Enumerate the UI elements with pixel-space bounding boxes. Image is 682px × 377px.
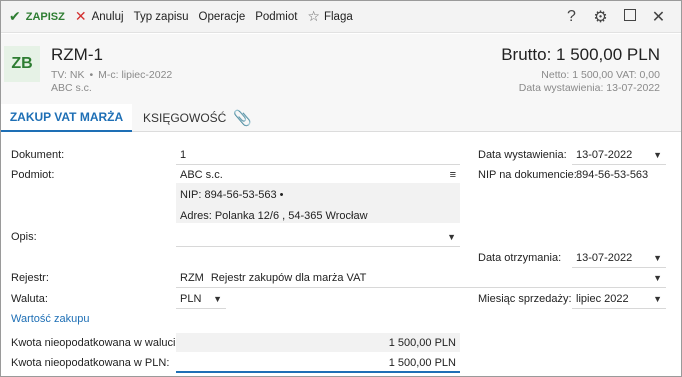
paperclip-icon[interactable]: 📎	[233, 104, 252, 132]
miesiac-sprzedazy-label: Miesiąc sprzedaży:	[478, 293, 572, 305]
opis-label: Opis:	[11, 231, 37, 243]
window-controls: ? ⚙ ✕	[557, 1, 673, 33]
podmiot-value: ABC s.c.	[180, 169, 223, 181]
tab-bar: ZAKUP VAT MARŻA KSIĘGOWOŚĆ 📎	[1, 104, 681, 132]
nip-dokument-label: NIP na dokumencie:	[478, 169, 577, 181]
help-icon[interactable]: ?	[557, 8, 586, 26]
rejestr-value: Rejestr zakupów dla marża VAT	[210, 272, 367, 284]
close-window-icon[interactable]: ✕	[644, 7, 673, 27]
star-icon: ☆	[307, 8, 320, 24]
cancel-button[interactable]: ✕ Anuluj	[70, 1, 129, 33]
document-title: RZM-1	[51, 45, 103, 64]
kwota-waluta-value-field: 1 500,00 PLN	[176, 333, 460, 352]
podmiot-label: Podmiot:	[11, 169, 55, 181]
data-wystawienia-label: Data wystawienia:	[478, 149, 567, 161]
gear-icon[interactable]: ⚙	[586, 7, 615, 27]
operations-menu[interactable]: Operacje	[194, 1, 251, 33]
waluta-select[interactable]: PLN ▼	[176, 290, 226, 309]
wartosc-zakupu-link[interactable]: Wartość zakupu	[11, 313, 89, 325]
data-otrzymania-label: Data otrzymania:	[478, 252, 562, 264]
chevron-down-icon: ▼	[213, 294, 222, 304]
tab-ksiegowosc[interactable]: KSIĘGOWOŚĆ	[143, 104, 226, 132]
flag-label: Flaga	[323, 10, 353, 23]
save-button[interactable]: ✔ ZAPISZ	[1, 1, 70, 33]
chevron-down-icon: ▼	[653, 253, 662, 263]
data-wystawienia-value: 13-07-2022	[576, 149, 633, 161]
document-meta: TV: NK • M-c: lipiec-2022	[51, 69, 173, 81]
chevron-down-icon: ▼	[447, 232, 456, 242]
document-header: ZB RZM-1 TV: NK • M-c: lipiec-2022 ABC s.c…	[1, 34, 681, 104]
document-company: ABC s.c.	[51, 82, 92, 94]
chevron-down-icon: ▼	[653, 273, 662, 283]
dokument-label: Dokument:	[11, 149, 65, 161]
kwota-pln-value: 1 500,00 PLN	[388, 356, 456, 369]
miesiac-sprzedazy-value: lipiec 2022	[576, 293, 629, 305]
cancel-label: Anuluj	[91, 10, 124, 23]
data-wystawienia-picker[interactable]: 13-07-2022 ▼	[572, 146, 666, 165]
chevron-down-icon: ▼	[653, 150, 662, 160]
save-label: ZAPISZ	[25, 10, 65, 23]
check-icon: ✔	[9, 8, 21, 24]
rejestr-code: RZM	[180, 272, 204, 284]
brutto-amount: Brutto: 1 500,00 PLN	[501, 45, 660, 64]
kwota-waluta-label: Kwota nieopodatkowana w walucie:	[11, 337, 185, 349]
subject-menu[interactable]: Podmiot	[250, 1, 302, 33]
miesiac-sprzedazy-select[interactable]: lipiec 2022 ▼	[572, 290, 666, 309]
tv-label: TV: NK	[51, 69, 85, 81]
maximize-icon[interactable]	[615, 8, 644, 26]
rejestr-select[interactable]: RZM Rejestr zakupów dla marża VAT ▼	[176, 269, 666, 288]
tab-zakup-vat-marza[interactable]: ZAKUP VAT MARŻA	[1, 104, 132, 132]
record-type-menu[interactable]: Typ zapisu	[129, 1, 194, 33]
rejestr-label: Rejestr:	[11, 272, 49, 284]
close-icon: ✕	[74, 8, 87, 24]
window: ✔ ZAPISZ ✕ Anuluj Typ zapisu Operacje Po…	[0, 0, 682, 377]
toolbar: ✔ ZAPISZ ✕ Anuluj Typ zapisu Operacje Po…	[1, 1, 681, 33]
waluta-label: Waluta:	[11, 293, 48, 305]
kwota-waluta-value: 1 500,00 PLN	[388, 336, 456, 349]
dokument-value: 1	[180, 149, 187, 161]
waluta-value: PLN	[180, 293, 202, 305]
netto-amount: Netto: 1 500,00 VAT: 0,00	[541, 69, 660, 81]
address-line: Adres: Polanka 12/6 , 54-365 Wrocław	[180, 210, 368, 222]
document-type-badge: ZB	[4, 46, 40, 82]
list-icon[interactable]: ≡	[450, 169, 456, 181]
issue-date-summary: Data wystawienia: 13-07-2022	[518, 82, 660, 94]
opis-select[interactable]: ▼	[176, 228, 460, 247]
data-otrzymania-value: 13-07-2022	[576, 252, 633, 264]
data-otrzymania-picker[interactable]: 13-07-2022 ▼	[572, 249, 666, 268]
kwota-pln-label: Kwota nieopodatkowana w PLN:	[11, 357, 170, 369]
podmiot-details: NIP: 894-56-53-563 • Adres: Polanka 12/6…	[176, 183, 460, 223]
chevron-down-icon: ▼	[653, 294, 662, 304]
flag-button[interactable]: ☆ Flaga	[302, 1, 357, 33]
month-label: M-c: lipiec-2022	[98, 69, 173, 81]
dokument-input[interactable]: 1	[176, 146, 460, 165]
kwota-pln-input[interactable]: 1 500,00 PLN	[176, 354, 460, 373]
nip-line: NIP: 894-56-53-563 •	[180, 189, 284, 201]
nip-dokument-value: 894-56-53-563	[576, 169, 649, 181]
